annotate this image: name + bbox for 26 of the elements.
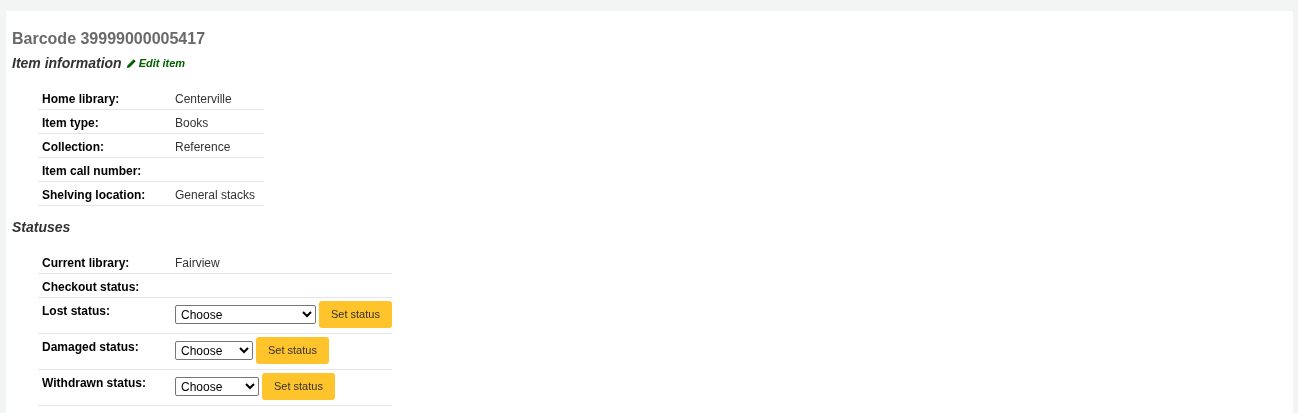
- field-value: Centerville: [175, 91, 232, 108]
- field-label: Shelving location:: [41, 187, 147, 204]
- status-select[interactable]: Choose: [175, 377, 259, 396]
- field-value: Books: [175, 115, 209, 132]
- status-select[interactable]: Choose: [175, 305, 316, 324]
- set-status-button[interactable]: Set status: [256, 337, 329, 364]
- field-label: Item call number:: [41, 163, 143, 180]
- field-value: Fairview: [175, 255, 220, 272]
- field-label: Withdrawn status:: [41, 375, 147, 392]
- field-label: Collection:: [41, 139, 105, 156]
- status-select[interactable]: Choose: [175, 341, 253, 360]
- field-value: General stacks: [175, 187, 256, 204]
- field-label: Damaged status:: [41, 339, 140, 356]
- field-label: Home library:: [41, 91, 121, 108]
- field-label: Current library:: [41, 255, 131, 272]
- pencil-icon: [125, 57, 137, 69]
- set-status-button[interactable]: Set status: [262, 373, 335, 400]
- section-heading: Statuses: [12, 218, 72, 236]
- section-heading: Item information: [12, 54, 122, 72]
- page-title: Barcode 39999000005417: [12, 29, 207, 49]
- field-label: Item type:: [41, 115, 100, 132]
- field-label: Checkout status:: [41, 279, 141, 296]
- field-value: Reference: [175, 139, 231, 156]
- field-label: Lost status:: [41, 303, 111, 320]
- edit-item-link[interactable]: Edit item: [125, 54, 186, 72]
- set-status-button[interactable]: Set status: [319, 301, 392, 328]
